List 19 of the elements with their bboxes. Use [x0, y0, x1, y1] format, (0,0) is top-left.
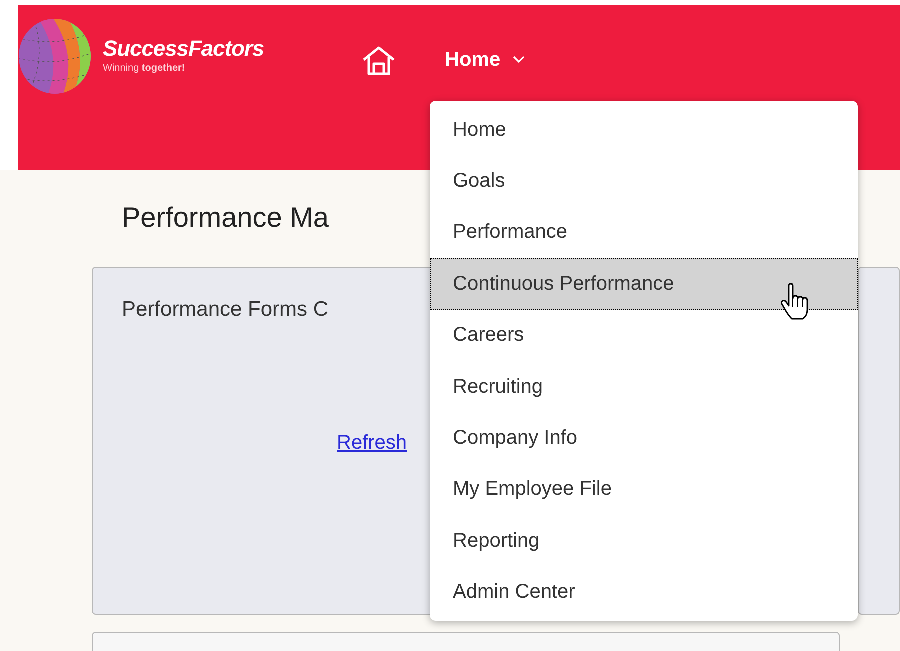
refresh-link[interactable]: Refresh [337, 428, 408, 458]
page-title: Performance Ma [122, 201, 329, 235]
menu-item[interactable]: Recruiting [430, 360, 858, 412]
menu-item[interactable]: Continuous Performance [430, 258, 858, 310]
brand-name: SuccessFactors [103, 35, 264, 63]
home-icon[interactable] [362, 45, 396, 77]
menu-item[interactable]: Careers [430, 310, 858, 361]
tagline: Winning together! [103, 63, 186, 75]
menu-item[interactable]: Performance [430, 206, 858, 258]
menu-item[interactable]: Home [430, 104, 858, 156]
menu-item[interactable]: My Employee File [430, 464, 858, 516]
menu-item[interactable]: Admin Center [430, 566, 858, 618]
menu-item[interactable]: Goals [430, 155, 858, 207]
home-menu-button[interactable]: Home [445, 45, 525, 75]
chevron-down-icon [512, 56, 525, 64]
menu-item[interactable]: Company Info [430, 412, 858, 464]
card-title: Performance Forms C [122, 297, 329, 323]
menu-item[interactable]: Reporting [430, 515, 858, 567]
hand-cursor-icon [780, 283, 810, 321]
